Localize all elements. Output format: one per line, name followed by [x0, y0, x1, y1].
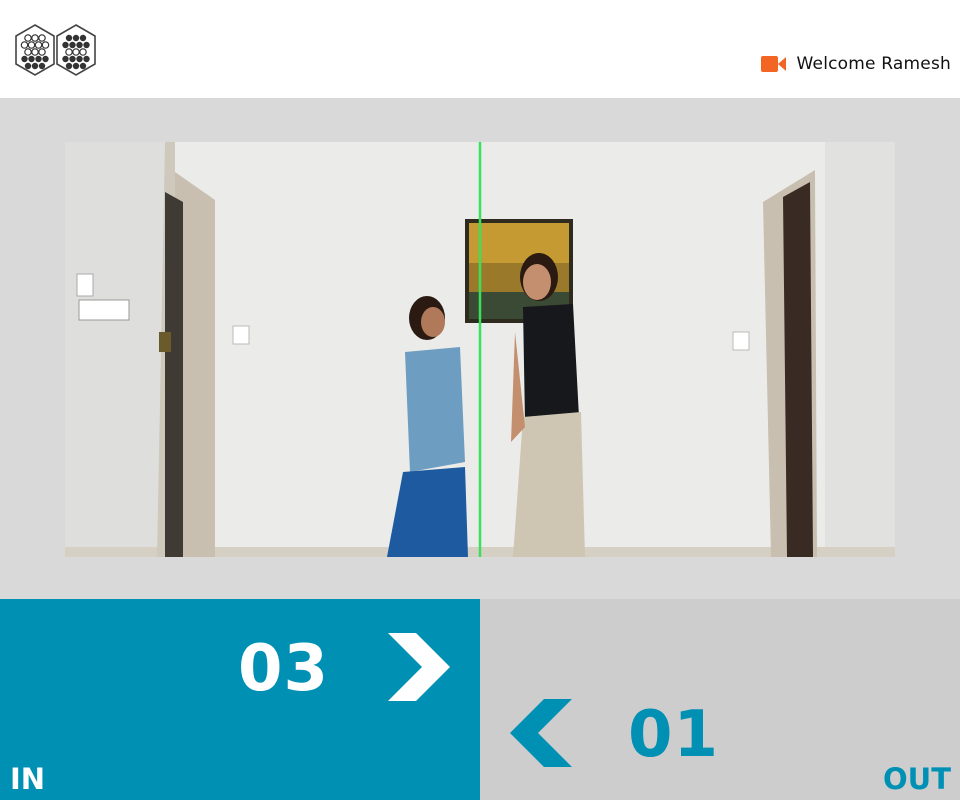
out-counter-panel: 01 OUT	[480, 599, 960, 800]
in-counter-panel: 03 IN	[0, 599, 480, 800]
in-count: 03	[238, 632, 330, 706]
video-stage	[0, 98, 960, 599]
video-camera-icon[interactable]	[760, 55, 787, 73]
hexagon-dots-logo	[15, 24, 96, 76]
chevron-left-icon	[510, 699, 572, 767]
left-door	[157, 142, 215, 557]
out-count: 01	[628, 698, 720, 772]
chevron-right-icon	[388, 633, 450, 701]
right-door	[763, 170, 817, 557]
user-welcome: Welcome Ramesh	[760, 53, 951, 75]
live-camera-feed	[65, 142, 895, 557]
in-label: IN	[10, 762, 46, 796]
camera-frame	[65, 142, 895, 557]
out-label: OUT	[883, 762, 951, 796]
welcome-text: Welcome Ramesh	[796, 54, 951, 74]
app-header: Welcome Ramesh	[0, 0, 960, 98]
